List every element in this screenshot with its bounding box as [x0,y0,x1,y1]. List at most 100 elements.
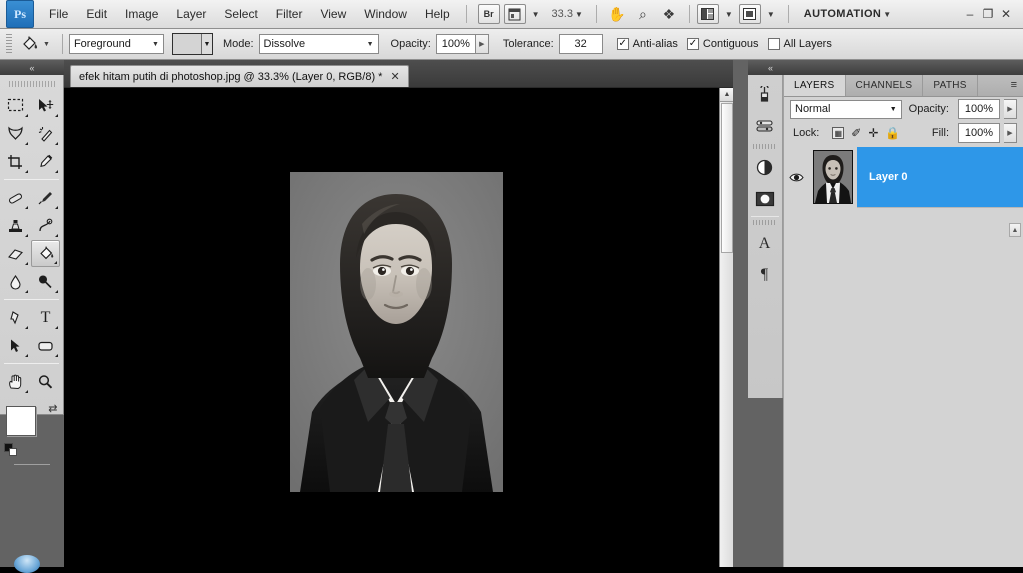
tab-paths[interactable]: PATHS [923,75,977,96]
blur-tool[interactable] [1,268,30,295]
lock-image-pixels-icon[interactable]: ✐ [851,126,861,140]
menu-item-filter[interactable]: Filter [267,3,312,25]
scrollbar-thumb[interactable] [721,103,733,253]
paint-bucket-tool[interactable] [31,240,60,267]
pattern-chevron-down-icon[interactable]: ▼ [201,34,212,54]
menu-item-edit[interactable]: Edit [77,3,116,25]
toolbox-collapse-button[interactable]: « [0,60,64,75]
eraser-tool[interactable] [1,240,30,267]
crop-tool[interactable] [1,148,30,175]
close-button[interactable]: ✕ [997,7,1015,21]
lock-position-icon[interactable]: ✛ [868,126,878,140]
rail-grip[interactable] [753,220,777,225]
pattern-picker[interactable]: ▼ [172,33,213,55]
magic-wand-tool[interactable] [31,120,60,147]
history-brush-tool[interactable] [31,212,60,239]
path-selection-tool[interactable] [1,332,30,359]
zoom-level-chevron-down-icon[interactable]: ▼ [575,10,583,19]
contiguous-checkbox[interactable]: ✓ Contiguous [687,38,759,50]
mini-bridge-chevron-down-icon[interactable]: ▼ [532,10,540,19]
fill-slider-arrow-icon[interactable]: ▶ [1004,123,1017,143]
rectangle-shape-tool[interactable] [31,332,60,359]
blend-mode-select[interactable]: Dissolve ▼ [259,34,379,54]
dodge-tool[interactable] [31,268,60,295]
default-colors-icon[interactable] [4,443,17,456]
tolerance-input[interactable]: 32 [559,34,603,54]
swap-colors-icon[interactable]: ⇄ [48,402,57,415]
lasso-tool[interactable] [1,120,30,147]
toolbox-grip[interactable] [9,81,55,87]
layer-opacity-input[interactable]: 100% [958,99,1000,119]
opacity-input[interactable]: 100% [436,34,476,54]
menu-item-file[interactable]: File [40,3,77,25]
bridge-icon[interactable]: Br [478,4,500,24]
document-tab[interactable]: efek hitam putih di photoshop.jpg @ 33.3… [70,65,409,87]
options-bar-grip[interactable] [6,34,12,54]
opacity-slider-arrow-icon[interactable]: ▶ [476,34,489,54]
foreground-color-swatch[interactable] [6,406,36,436]
rotate-view-icon[interactable]: ❖ [658,4,680,24]
healing-brush-tool[interactable] [1,184,30,211]
layer-name[interactable]: Layer 0 [857,171,908,183]
workspace-chevron-down-icon[interactable]: ▼ [883,10,891,19]
menu-item-layer[interactable]: Layer [167,3,215,25]
menu-item-select[interactable]: Select [215,3,266,25]
menu-item-image[interactable]: Image [116,3,167,25]
hand-tool[interactable] [1,368,30,395]
arrange-chevron-down-icon[interactable]: ▼ [725,10,733,19]
menu-item-help[interactable]: Help [416,3,459,25]
hand-icon[interactable]: ✋ [606,4,628,24]
color-panel-icon[interactable] [748,79,781,110]
character-panel-icon[interactable]: A [748,228,781,259]
pen-tool[interactable] [1,304,30,331]
document-image[interactable] [290,172,503,492]
zoom-tool[interactable] [31,368,60,395]
tool-preset-chevron-down-icon[interactable]: ▼ [43,41,50,48]
layer-row-layer-0[interactable]: Layer 0 [784,147,1023,208]
lock-all-icon[interactable]: 🔒 [885,126,900,140]
dodge-glyph [37,274,54,290]
brush-tool[interactable] [31,184,60,211]
type-tool[interactable]: T [31,304,60,331]
fill-input[interactable]: 100% [958,123,1000,143]
lock-transparent-pixels-icon[interactable]: ▦ [832,127,844,139]
panel-menu-icon[interactable]: ≡ [1011,79,1017,91]
canvas-vertical-scrollbar[interactable]: ▲ [719,88,733,567]
screen-mode-icon[interactable] [739,4,761,24]
layer-opacity-slider-arrow-icon[interactable]: ▶ [1004,99,1017,119]
arrange-documents-icon[interactable] [697,4,719,24]
canvas-area[interactable]: ▲ [64,88,733,567]
rail-grip[interactable] [753,144,777,149]
layers-scroll-up-arrow-icon[interactable]: ▲ [1009,223,1021,237]
clone-stamp-tool[interactable] [1,212,30,239]
anti-alias-checkbox[interactable]: ✓ Anti-alias [617,38,678,50]
move-tool[interactable] [31,92,60,119]
close-icon[interactable]: ✕ [390,70,399,83]
zoom-icon[interactable]: ⌕ [632,4,654,24]
screen-mode-chevron-down-icon[interactable]: ▼ [767,10,775,19]
right-dock-collapse-button[interactable]: « [748,60,1023,75]
adjustments-panel-icon[interactable] [748,152,781,183]
layer-blend-mode-select[interactable]: Normal ▼ [790,100,902,119]
workspace-switcher-label[interactable]: AUTOMATION [804,8,882,20]
paragraph-panel-icon[interactable]: ¶ [748,259,781,290]
crop-glyph [7,154,24,170]
tab-layers[interactable]: LAYERS [784,75,846,96]
layer-opacity-label: Opacity: [909,103,949,115]
paint-bucket-icon[interactable] [16,33,42,55]
swatches-panel-icon[interactable] [748,110,781,141]
fill-source-select[interactable]: Foreground ▼ [69,34,164,54]
minimize-button[interactable]: – [961,7,979,21]
all-layers-checkbox[interactable]: All Layers [768,38,832,50]
eyedropper-tool[interactable] [31,148,60,175]
menu-item-window[interactable]: Window [355,3,416,25]
layer-visibility-toggle[interactable] [784,147,808,208]
scroll-up-arrow-icon[interactable]: ▲ [720,88,733,102]
mini-bridge-icon[interactable] [504,4,526,24]
masks-panel-icon[interactable] [748,183,781,214]
restore-button[interactable]: ❐ [979,7,997,21]
marquee-tool[interactable] [1,92,30,119]
tab-channels[interactable]: CHANNELS [846,75,924,96]
menu-item-view[interactable]: View [311,3,355,25]
layer-thumbnail-cell[interactable] [808,147,857,208]
